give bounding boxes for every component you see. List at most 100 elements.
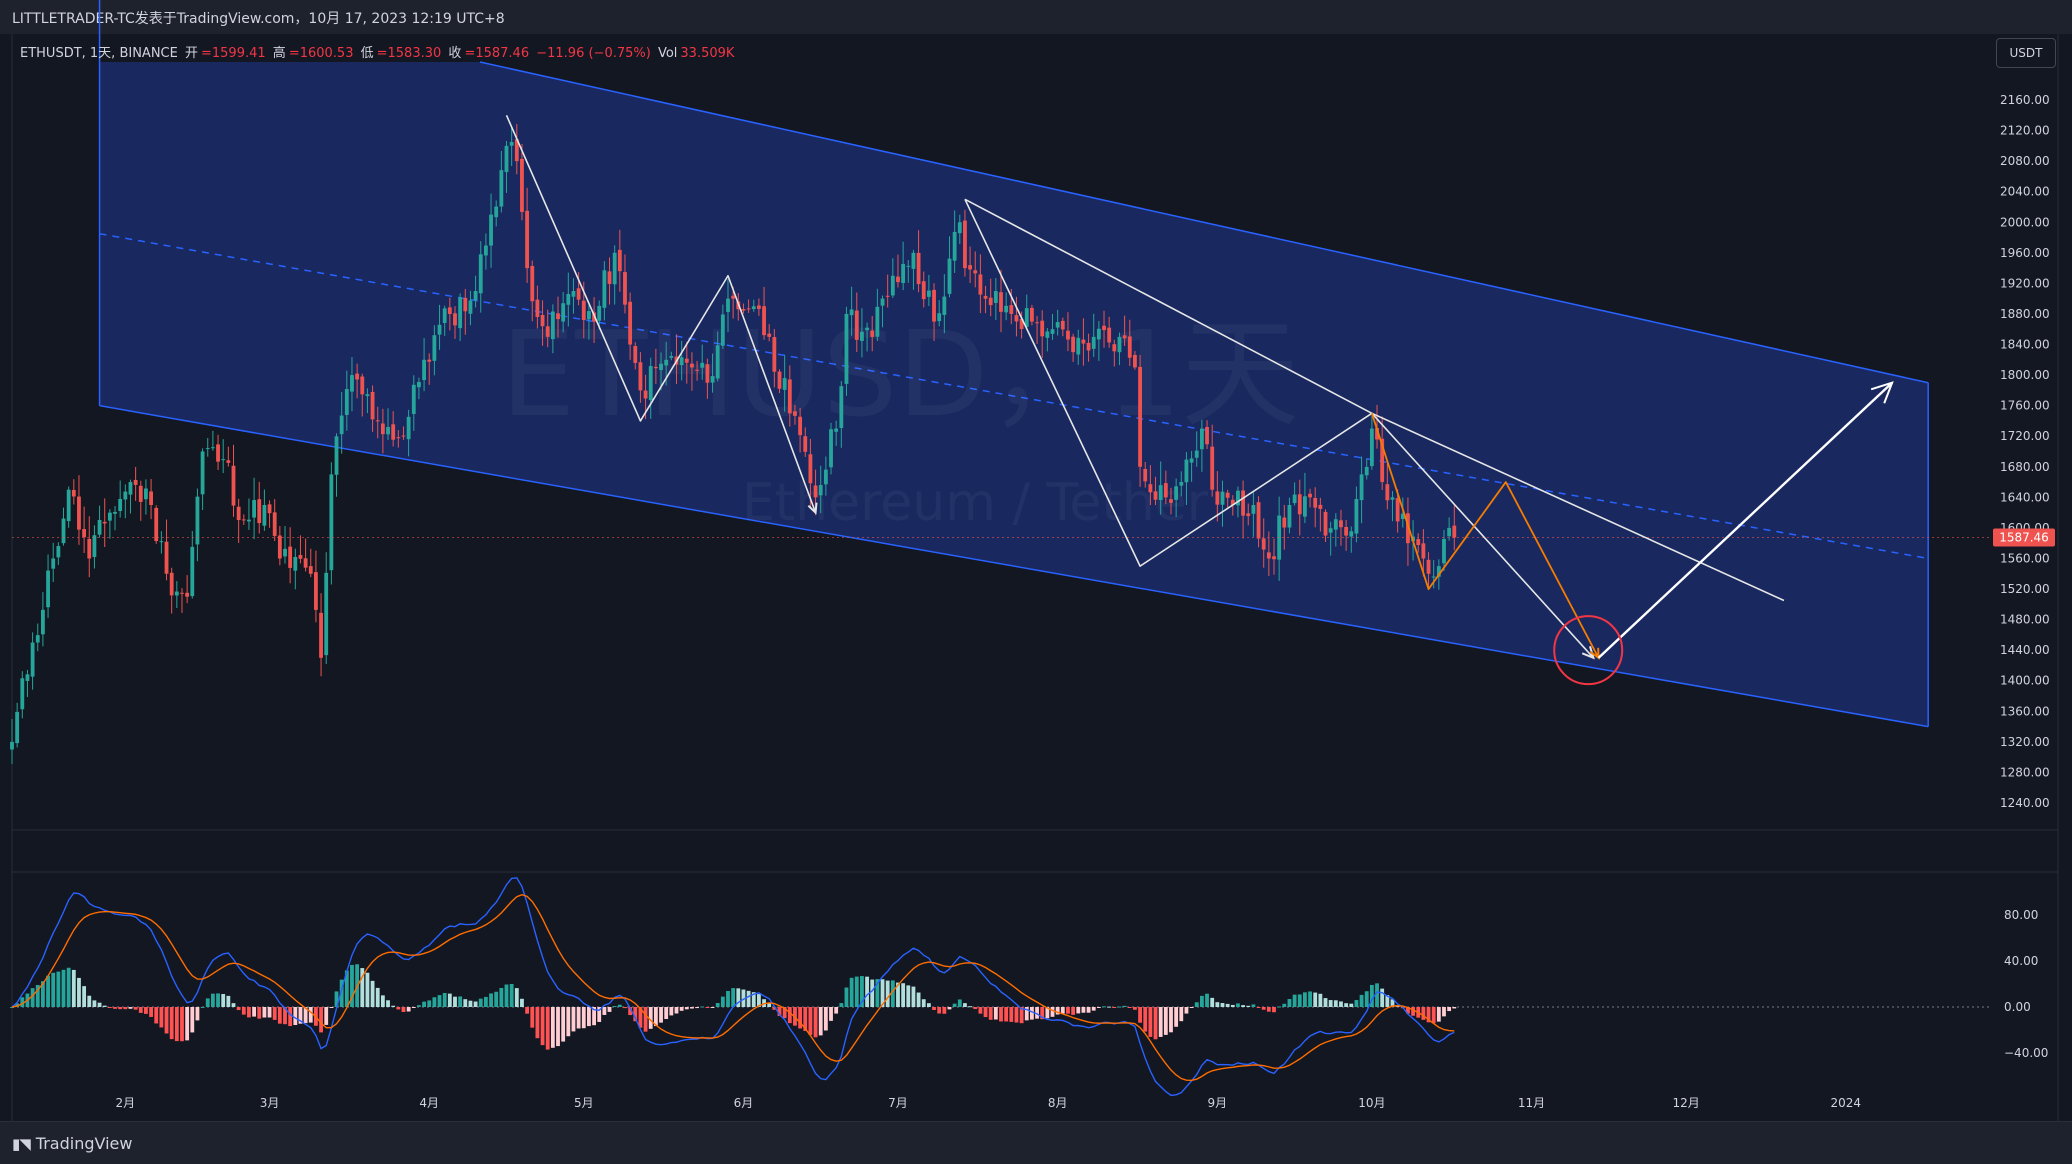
tradingview-logo-icon: ▮◥ [12,1134,31,1153]
candle-body [123,491,128,500]
candle-body [978,274,983,295]
candle-body [1009,305,1014,314]
macd-histogram-bar [406,1007,411,1012]
macd-histogram-bar [241,1007,246,1015]
tradingview-brand[interactable]: ▮◥ TradingView [12,1134,132,1153]
candle-body [782,378,787,390]
candle-body [102,521,107,524]
candle-body [1060,320,1065,330]
candle-body [720,314,725,346]
macd-histogram-bar [262,1007,267,1018]
bottom-bar: ▮◥ TradingView [0,1121,2072,1164]
macd-histogram-bar [746,990,751,1007]
candle-body [664,359,669,366]
candle-body [66,489,71,522]
candle-body [550,311,555,340]
legend-close-label: 收 [448,46,462,61]
macd-histogram-bar [1282,1003,1287,1007]
macd-histogram-bar [1411,1007,1415,1016]
macd-histogram-bar [190,1007,195,1033]
candle-body [1359,474,1364,501]
candle-body [767,333,772,337]
macd-histogram-bar [1143,1007,1148,1032]
price-tick-label: 1960.00 [2000,246,2050,260]
currency-button[interactable]: USDT [1996,38,2056,68]
candle-body [272,512,277,536]
candle-body [617,249,622,272]
candle-body [375,420,380,422]
macd-histogram-bar [556,1007,560,1047]
candle-body [138,485,143,502]
macd-histogram-bar [623,1007,627,1009]
candle-body [1014,315,1019,322]
candle-body [205,448,210,450]
price-tick-label: 2040.00 [2000,185,2050,199]
macd-histogram-bar [844,987,849,1007]
last-price-tag-label: 1587.46 [1999,530,2049,544]
legend-vol: 33.509K [680,46,735,61]
macd-histogram-bar [715,1003,720,1007]
candle-body [293,556,298,571]
candle-body [437,324,442,335]
macd-histogram-bar [550,1007,555,1048]
candle-body [1333,519,1338,530]
candle-body [1318,504,1323,509]
candle-body [653,366,658,369]
candle-body [298,555,303,559]
candle-body [561,303,566,322]
macd-histogram-bar [1225,1003,1230,1007]
candle-body [468,300,473,314]
candle-body [870,330,875,337]
macd-histogram-bar [700,1006,705,1008]
candle-body [128,482,133,495]
macd-histogram-bar [169,1007,174,1040]
candle-body [267,504,272,514]
price-tick-label: 1400.00 [2000,674,2050,688]
candle-body [427,359,432,362]
brand-label: TradingView [35,1134,133,1153]
candle-body [391,424,396,440]
macd-histogram-bar [1354,1000,1359,1007]
candle-body [540,315,545,327]
macd-histogram-bar [432,997,437,1007]
candle-body [1256,502,1261,539]
date-tick-label: 2月 [116,1096,136,1110]
macd-histogram-bar [545,1007,550,1050]
macd-histogram-bar [185,1007,190,1041]
macd-histogram-bar [932,1007,936,1010]
candle-body [319,612,323,658]
macd-histogram-bar [216,993,220,1007]
macd-histogram-bar [1256,1007,1261,1008]
macd-histogram-bar [1266,1007,1271,1012]
macd-histogram-bar [612,1006,617,1008]
candle-body [164,541,169,574]
candle [329,462,334,585]
macd-histogram-bar [705,1007,710,1008]
candle-body [957,222,962,234]
macd-histogram-bar [123,1007,128,1010]
candle-body [865,327,869,331]
candle-body [144,488,148,500]
price-tick-label: 1680.00 [2000,460,2050,474]
chart-canvas[interactable]: ETHUSD，1天Ethereum / Tether1240.001280.00… [0,0,2072,1163]
candle-body [813,485,818,498]
macd-histogram-bar [1148,1007,1153,1037]
macd-histogram-bar [643,1007,648,1032]
macd-histogram-bar [272,1007,277,1020]
candle-body [1184,459,1189,483]
macd-histogram-bar [499,987,504,1007]
candle-body [535,299,540,318]
legend-symbol[interactable]: ETHUSDT, 1天, BINANCE [20,46,178,61]
macd-histogram-bar [1158,1007,1163,1037]
macd-histogram-bar [1076,1007,1081,1014]
candle-body [921,281,926,300]
candle-body [834,428,839,432]
candle-body [715,345,720,379]
candle-body [545,326,550,337]
legend-change: −11.96 (−0.75%) [536,46,651,61]
macd-histogram-bar [401,1007,406,1012]
macd-histogram-bar [1375,983,1379,1007]
macd-histogram-bar [1364,991,1369,1007]
candle-body [221,459,226,461]
candle-body [15,711,20,744]
